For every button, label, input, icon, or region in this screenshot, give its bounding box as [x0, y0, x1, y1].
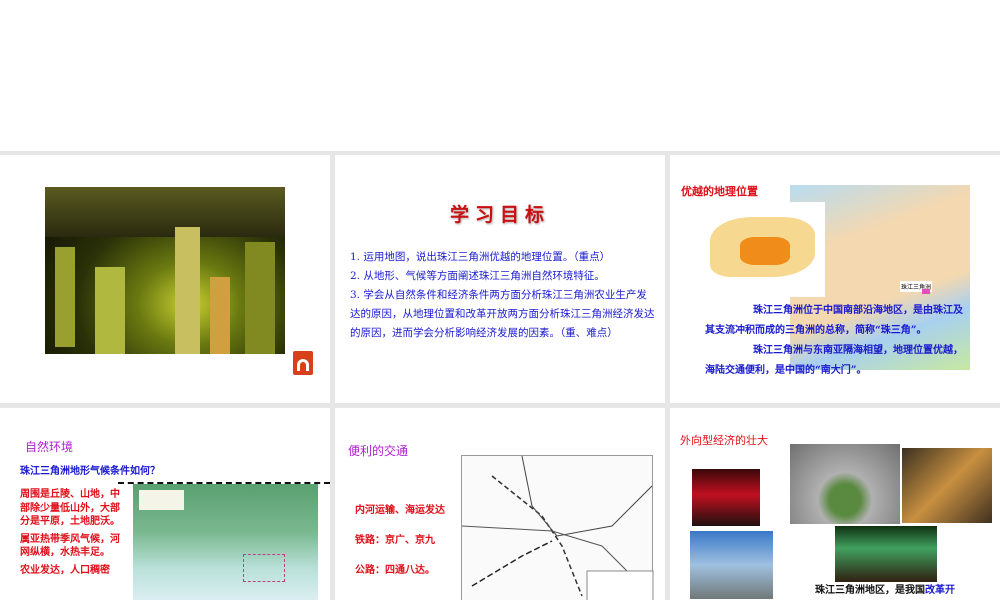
roundabout-photo: [790, 444, 900, 524]
skyline-photo: [690, 531, 773, 599]
slide-thumbnail-4[interactable]: 自然环境 珠江三角洲地形气候条件如何？ 周围是丘陵、山地，中部除少量低山外，大部…: [0, 408, 330, 600]
terrain-map: [133, 484, 318, 600]
slide-thumbnail-3[interactable]: 珠江三角洲 优越的地理位置 珠江三角洲位于中国南部沿海地区，是由珠江及其支流冲积…: [670, 155, 1000, 403]
city-night-photo: [902, 448, 992, 523]
slide-title: 外向型经济的壮大: [680, 434, 768, 447]
slide-thumbnail-1[interactable]: [0, 155, 330, 403]
point: 属亚热带季风气候，河网纵横，水热丰足。: [20, 533, 120, 559]
slide-thumbnail-6[interactable]: 外向型经济的壮大 珠江三角洲地区，是我国改革开: [670, 408, 1000, 600]
caption: 珠江三角洲地区，是我国: [815, 585, 925, 596]
question: 珠江三角洲地形气候条件如何？: [20, 466, 160, 477]
slide-title: 便利的交通: [348, 444, 409, 458]
stadium-photo: [835, 526, 937, 582]
editor-blank-area: [0, 0, 1000, 151]
slide-title: 优越的地理位置: [681, 185, 758, 198]
audio-file-icon[interactable]: [293, 351, 313, 375]
slide-title: 自然环境: [25, 440, 74, 454]
point: 公路：四通八达。: [355, 565, 435, 576]
paragraph: 珠江三角洲位于中国南部沿海地区，是由珠江及其支流冲积而成的三角洲的总称，简称“珠…: [705, 305, 963, 336]
point: 铁路：京广、京九: [355, 535, 435, 546]
point: 周围是丘陵、山地，中部除少量低山外，大部分是平原，土地肥沃。: [20, 489, 120, 527]
city-night-photo: [45, 187, 285, 354]
objective-item: 3. 学会从自然条件和经济条件两方面分析珠江三角洲农业生产发达的原因，从地理位置…: [350, 289, 655, 339]
point: 内河运输、海运发达: [355, 505, 445, 516]
objective-item: 2. 从地形、气候等方面阐述珠江三角洲自然环境特征。: [350, 270, 605, 282]
transport-map: [461, 455, 654, 600]
caption-link: 改革开: [925, 585, 955, 596]
point: 农业发达，人口稠密: [20, 564, 110, 576]
slide-sorter: 学习目标 1. 运用地图，说出珠江三角洲优越的地理位置。（重点） 2. 从地形、…: [0, 151, 1000, 600]
guangdong-map: [700, 202, 825, 297]
dashed-line: [118, 482, 330, 484]
objective-item: 1. 运用地图，说出珠江三角洲优越的地理位置。（重点）: [350, 251, 611, 263]
slide-thumbnail-2[interactable]: 学习目标 1. 运用地图，说出珠江三角洲优越的地理位置。（重点） 2. 从地形、…: [335, 155, 665, 403]
theater-photo: [692, 469, 760, 526]
slide-thumbnail-5[interactable]: 便利的交通 内河运输、海运发达 铁路：京广、京九 公路：四通八达。: [335, 408, 665, 600]
slide-title: 学习目标: [449, 204, 550, 226]
paragraph: 珠江三角洲与东南亚隔海相望，地理位置优越，海陆交通便利，是中国的“南大门”。: [705, 345, 963, 376]
